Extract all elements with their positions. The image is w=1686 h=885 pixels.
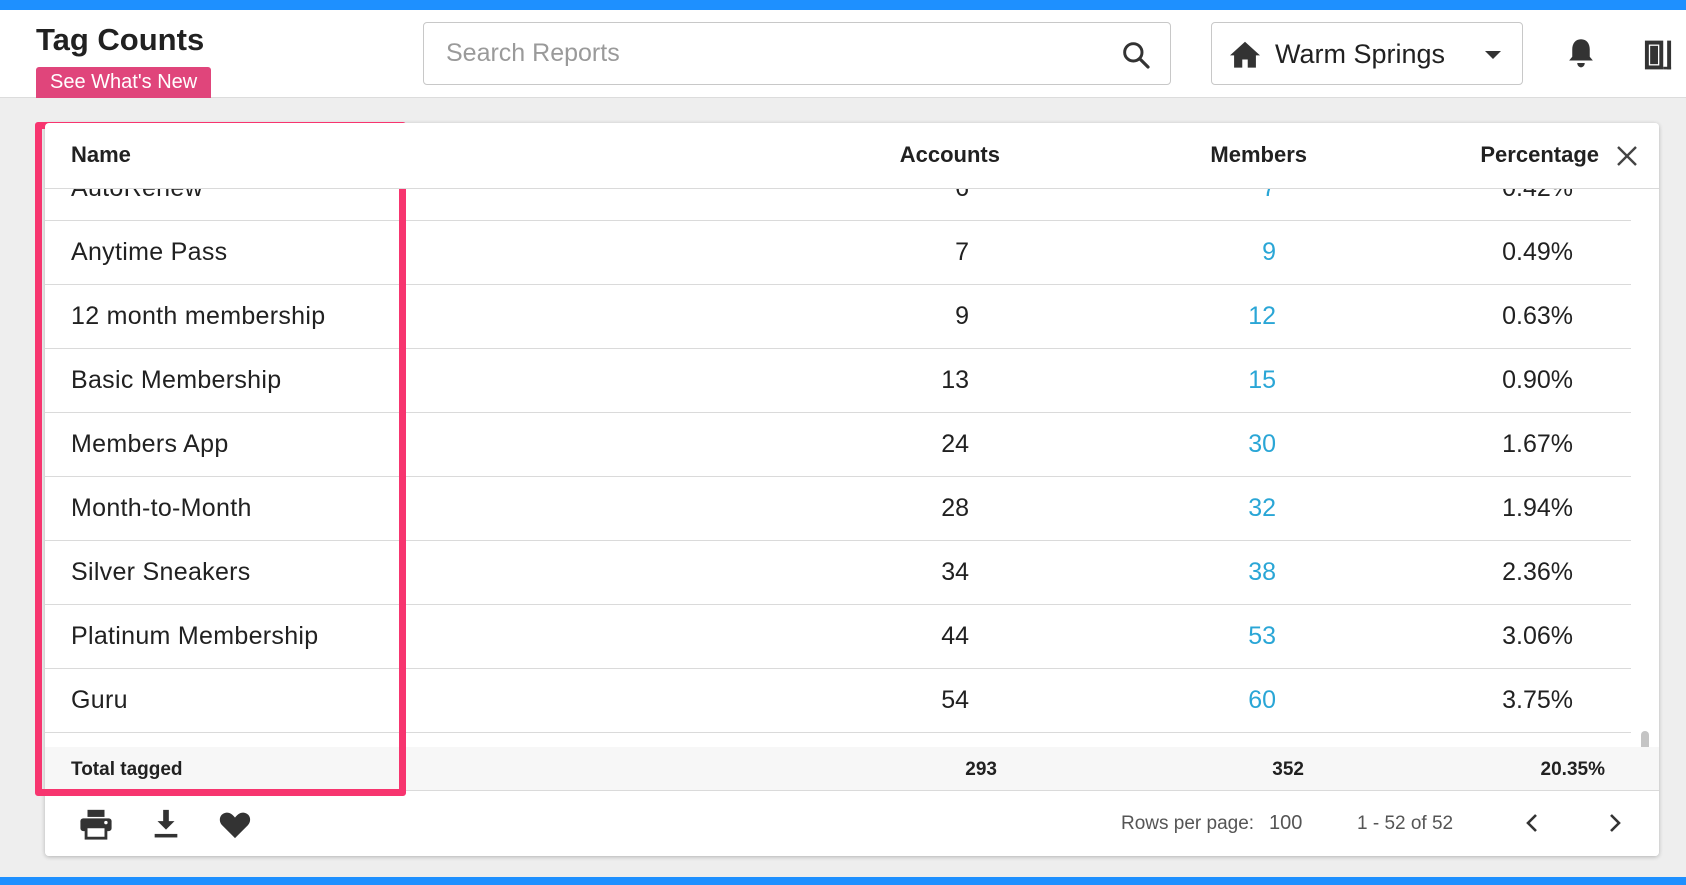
percentage-cell: 3.06% xyxy=(1502,622,1573,650)
members-link[interactable]: 30 xyxy=(1248,430,1276,459)
header: Tag Counts See What's New Warm Springs xyxy=(0,10,1686,98)
home-icon xyxy=(1230,41,1260,68)
table-body[interactable]: AutoRenew 6 7 0.42% Anytime Pass 7 9 0.49% 12 mo… xyxy=(45,189,1659,762)
table-row: Platinum Membership 44 53 3.06% xyxy=(45,605,1631,669)
table-row: Anytime Pass 7 9 0.49% xyxy=(45,221,1631,285)
percentage-cell: 3.75% xyxy=(1502,686,1573,714)
table-row: 12 month membership 9 12 0.63% xyxy=(45,285,1631,349)
report-card: Name Accounts Members Percentage AutoRen… xyxy=(45,123,1659,856)
percentage-cell: 0.49% xyxy=(1502,238,1573,266)
whats-new-badge[interactable]: See What's New xyxy=(36,67,212,98)
print-icon[interactable] xyxy=(79,808,113,840)
page-title: Tag Counts xyxy=(36,22,205,57)
totals-members: 352 xyxy=(1272,759,1304,780)
accounts-cell: 54 xyxy=(941,686,969,714)
members-link[interactable]: 32 xyxy=(1248,494,1276,523)
accounts-cell: 13 xyxy=(941,366,969,394)
percentage-cell: 1.94% xyxy=(1502,494,1573,522)
tag-name-cell: 12 month membership xyxy=(71,302,326,330)
rows-per-page-select[interactable]: 100 xyxy=(1269,812,1302,835)
rows-per-page-label: Rows per page: xyxy=(1121,813,1255,834)
table-row: AutoRenew 6 7 0.42% xyxy=(45,189,1631,221)
members-link[interactable]: 53 xyxy=(1248,622,1276,651)
table-row: Guru 54 60 3.75% xyxy=(45,669,1631,733)
location-label: Warm Springs xyxy=(1275,39,1446,69)
accounts-cell: 7 xyxy=(955,238,969,266)
accounts-cell: 44 xyxy=(941,622,969,650)
tag-name-cell: Silver Sneakers xyxy=(71,558,251,586)
tag-name-cell: Guru xyxy=(71,686,128,714)
percentage-cell: 2.36% xyxy=(1502,558,1573,586)
search-input[interactable] xyxy=(446,23,1086,84)
chevron-right-icon[interactable] xyxy=(1602,811,1626,835)
members-link[interactable]: 60 xyxy=(1248,686,1276,715)
tag-name-cell: AutoRenew xyxy=(71,189,203,203)
totals-percentage: 20.35% xyxy=(1540,759,1605,780)
percentage-cell: 0.42% xyxy=(1502,189,1573,203)
accounts-cell: 34 xyxy=(941,558,969,586)
table-row: Month-to-Month 28 32 1.94% xyxy=(45,477,1631,541)
chevron-left-icon[interactable] xyxy=(1521,811,1545,835)
percentage-cell: 1.67% xyxy=(1502,430,1573,458)
table-header: Name Accounts Members Percentage xyxy=(45,123,1659,189)
table-row: Members App 24 30 1.67% xyxy=(45,413,1631,477)
column-header-name[interactable]: Name xyxy=(71,142,131,168)
members-link[interactable]: 7 xyxy=(1262,189,1276,203)
members-link[interactable]: 9 xyxy=(1262,238,1276,267)
members-link[interactable]: 38 xyxy=(1248,558,1276,587)
members-link[interactable]: 15 xyxy=(1248,366,1276,395)
app-frame: Tag Counts See What's New Warm Springs xyxy=(0,10,1686,877)
totals-accounts: 293 xyxy=(965,759,997,780)
location-select[interactable]: Warm Springs xyxy=(1211,22,1523,85)
column-header-members[interactable]: Members xyxy=(1210,142,1307,168)
search-icon[interactable] xyxy=(1120,39,1152,71)
heart-icon[interactable] xyxy=(218,808,252,840)
dropdown-icon xyxy=(1485,51,1501,59)
column-header-accounts[interactable]: Accounts xyxy=(900,142,1000,168)
close-icon[interactable] xyxy=(1615,144,1639,168)
accounts-cell: 6 xyxy=(955,189,969,203)
totals-label: Total tagged xyxy=(71,759,183,780)
column-header-percentage[interactable]: Percentage xyxy=(1480,142,1599,168)
members-link[interactable]: 12 xyxy=(1248,302,1276,331)
tag-name-cell: Members App xyxy=(71,430,229,458)
percentage-cell: 0.63% xyxy=(1502,302,1573,330)
search-box xyxy=(423,22,1171,85)
download-icon[interactable] xyxy=(149,808,183,840)
accounts-cell: 24 xyxy=(941,430,969,458)
accounts-cell: 28 xyxy=(941,494,969,522)
table-row: Basic Membership 13 15 0.90% xyxy=(45,349,1631,413)
bell-icon[interactable] xyxy=(1566,36,1596,70)
tag-name-cell: Platinum Membership xyxy=(71,622,319,650)
accounts-cell: 9 xyxy=(955,302,969,330)
tag-name-cell: Anytime Pass xyxy=(71,238,228,266)
exit-icon[interactable] xyxy=(1642,38,1674,72)
tag-name-cell: Basic Membership xyxy=(71,366,282,394)
tag-name-cell: Month-to-Month xyxy=(71,494,252,522)
totals-row: Total tagged 293 352 20.35% xyxy=(45,747,1659,791)
table-footer: Rows per page: 100 1 - 52 of 52 xyxy=(45,791,1659,856)
percentage-cell: 0.90% xyxy=(1502,366,1573,394)
table-row: Silver Sneakers 34 38 2.36% xyxy=(45,541,1631,605)
pagination-range: 1 - 52 of 52 xyxy=(1357,813,1454,834)
